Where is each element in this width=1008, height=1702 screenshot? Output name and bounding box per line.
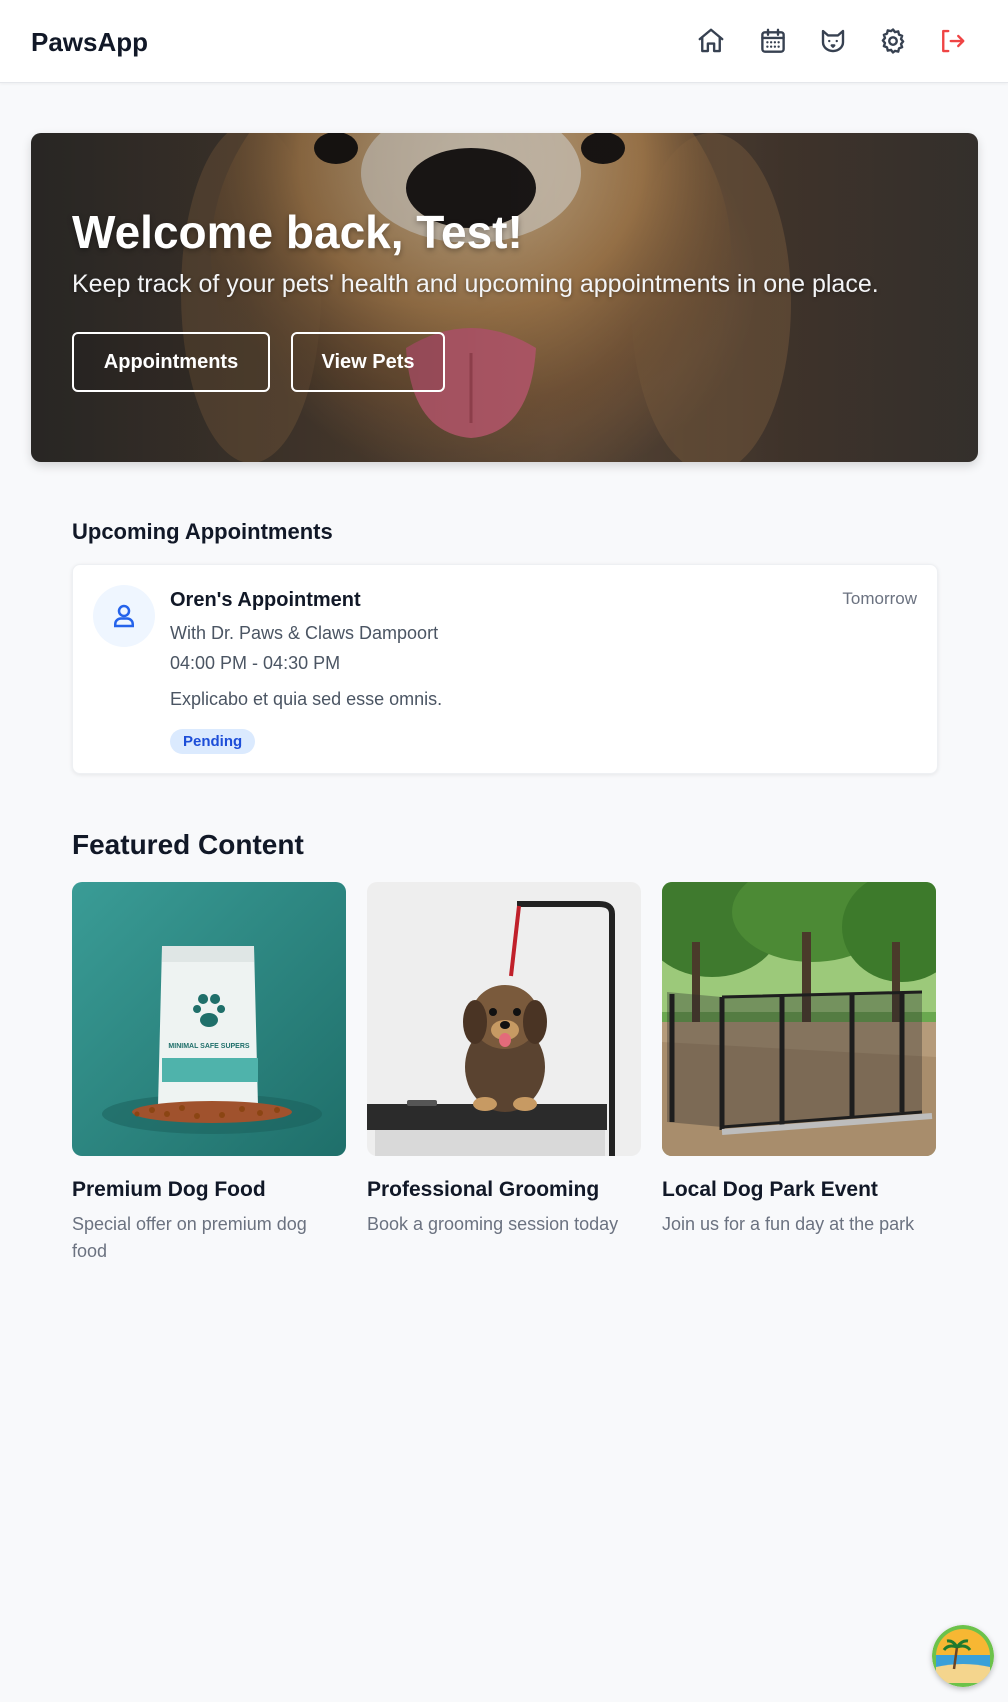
featured-card-dog-park[interactable]: Local Dog Park Event Join us for a fun d… (662, 882, 936, 1238)
upcoming-appointments-heading: Upcoming Appointments (72, 519, 333, 544)
grooming-dog-image (367, 882, 641, 1156)
welcome-hero-banner: Welcome back, Test! Keep track of your p… (31, 133, 978, 462)
cat-icon[interactable] (815, 23, 851, 59)
status-badge: Pending (170, 729, 256, 754)
app-brand[interactable]: PawsApp (31, 27, 148, 58)
featured-description: Join us for a fun day at the park (662, 1214, 915, 1234)
calendar-icon[interactable] (755, 23, 791, 59)
featured-title: Premium Dog Food (72, 1178, 266, 1201)
logout-icon[interactable] (934, 23, 970, 59)
beach-avatar-button[interactable] (932, 1625, 994, 1687)
featured-description: Special offer on premium dog food (72, 1214, 307, 1261)
featured-title: Professional Grooming (367, 1178, 600, 1201)
hero-title: Welcome back, Test! (72, 206, 523, 258)
appointment-title: Oren's Appointment (170, 589, 361, 611)
appointment-date: Tomorrow (842, 589, 917, 608)
home-icon[interactable] (693, 23, 729, 59)
hero-subtitle: Keep track of your pets' health and upco… (72, 270, 879, 298)
svg-text:MINIMAL SAFE SUPERS: MINIMAL SAFE SUPERS (168, 1043, 249, 1050)
appointment-note: Explicabo et quia sed esse omnis. (170, 689, 443, 709)
view-pets-button[interactable]: View Pets (291, 332, 445, 392)
top-nav-bar: PawsApp (0, 0, 1008, 83)
appointment-card[interactable]: Oren's Appointment With Dr. Paws & Claws… (72, 564, 938, 774)
appointment-clinic: With Dr. Paws & Claws Dampoort (170, 623, 439, 643)
appointments-button[interactable]: Appointments (72, 332, 270, 392)
user-icon (93, 585, 155, 647)
featured-description: Book a grooming session today (367, 1214, 619, 1234)
featured-card-dog-food[interactable]: MINIMAL SAFE SUPERS Premium Dog Food Spe… (72, 882, 346, 1265)
featured-card-grooming[interactable]: Professional Grooming Book a grooming se… (367, 882, 641, 1238)
featured-content-heading: Featured Content (72, 829, 304, 860)
featured-title: Local Dog Park Event (662, 1178, 878, 1201)
settings-icon[interactable] (875, 23, 911, 59)
appointment-time: 04:00 PM - 04:30 PM (170, 653, 341, 673)
dog-food-bag-image: MINIMAL SAFE SUPERS (72, 882, 346, 1156)
dog-park-image (662, 882, 936, 1156)
